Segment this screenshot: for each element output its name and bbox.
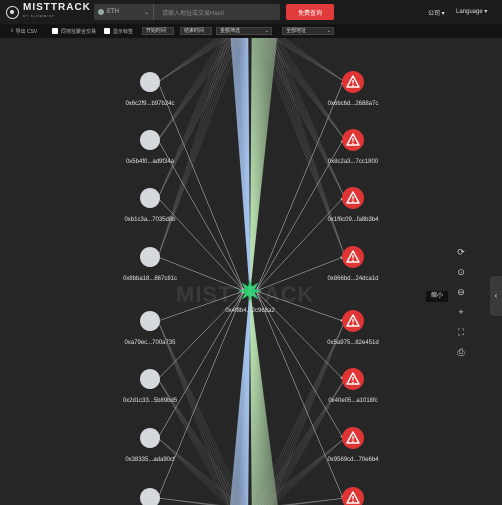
- warning-icon-dot: [352, 142, 354, 145]
- language-menu[interactable]: Language ▾: [456, 8, 487, 15]
- panel-toggle-handle[interactable]: ‹: [490, 276, 502, 316]
- warning-icon-dot: [352, 200, 354, 203]
- chain-select-value: ETH: [107, 9, 119, 15]
- edge-far: [157, 320, 244, 505]
- left-node-label: 0x5b4f0...ad9f34a: [126, 159, 175, 165]
- top-bar: MISTTRACK BY SLOWMIST ETH ⌄ 请输入地址或交易Hash…: [0, 0, 502, 24]
- aggregate-checkbox[interactable]: 同地址聚合交易: [52, 27, 96, 35]
- checkbox-icon: [52, 28, 58, 34]
- end-time-select[interactable]: 结束时间: [180, 27, 212, 35]
- right-node-label: 0x6bc6d...2688a7c: [328, 101, 379, 107]
- right-node-label: 0x8c2a3...7cc1800: [328, 159, 379, 165]
- left-address-node[interactable]: [140, 247, 160, 267]
- chevron-down-icon: ⌄: [264, 28, 269, 34]
- left-address-node[interactable]: [140, 428, 160, 448]
- left-node-label: 0x6c2f9...b97b24c: [125, 101, 174, 107]
- amount-filter-select[interactable]: 金额筛选 ⌄: [216, 27, 272, 35]
- logo-icon: [6, 5, 19, 19]
- left-node-label: 0x8bba18...867c81c: [123, 276, 177, 282]
- left-address-node[interactable]: [140, 130, 160, 150]
- target-node-label: 0x4f8b4...2c968a2: [225, 308, 275, 314]
- eth-icon: [98, 9, 104, 15]
- left-node-label: 0x38335...ada90cf: [125, 457, 175, 463]
- zoom-out-icon[interactable]: ⊖: [455, 286, 467, 298]
- edge-in: [157, 290, 245, 499]
- right-node-label: 0x40e05...a1018fc: [328, 398, 377, 404]
- left-node-label: 0xa79ec...700a735: [124, 340, 176, 346]
- zoom-out-tooltip: 缩小: [426, 291, 448, 302]
- edge-far: [157, 497, 215, 505]
- edge-far: [288, 497, 346, 505]
- warning-icon-dot: [352, 500, 354, 503]
- labels-checkbox[interactable]: 显示标签: [104, 27, 133, 35]
- warning-icon-dot: [352, 381, 354, 384]
- left-node-label: 0x2d1c33...5b89bd5: [123, 398, 178, 404]
- start-time-select[interactable]: 开始时间: [142, 27, 174, 35]
- right-node-label: 0x9569cd...70e6b4: [327, 457, 379, 463]
- search-input[interactable]: 请输入地址或交易Hash: [154, 8, 224, 17]
- left-address-node[interactable]: [140, 488, 160, 505]
- watermark: MISTTRACK: [176, 282, 315, 307]
- warning-icon-dot: [352, 259, 354, 262]
- zoom-in-icon[interactable]: +: [455, 306, 467, 318]
- edge-far: [157, 320, 230, 505]
- warning-icon-dot: [352, 323, 354, 326]
- edge-far: [157, 38, 242, 258]
- left-address-node[interactable]: [140, 311, 160, 331]
- transaction-graph[interactable]: 0x6c2f9...b97b24c 0x5b4f0...ad9f34a 0xb1c3…: [0, 38, 502, 505]
- right-node-label: 0x1f6c09...fa8b3b4: [327, 217, 379, 223]
- warning-icon-dot: [352, 84, 354, 87]
- edge-in: [157, 81, 245, 292]
- logo-subtitle: BY SLOWMIST: [23, 14, 55, 18]
- left-address-node[interactable]: [140, 369, 160, 389]
- export-csv-button[interactable]: ⇩ 导出 CSV: [10, 27, 37, 35]
- warning-icon-dot: [352, 440, 354, 443]
- graph-tools: ⟳ ⊙ ⊖ + ⛶ ⎙: [451, 246, 471, 366]
- fullscreen-icon[interactable]: ⛶: [455, 326, 467, 338]
- company-menu[interactable]: 公司 ▾: [428, 8, 445, 17]
- edge-far: [157, 497, 213, 505]
- edge-far: [157, 320, 233, 505]
- left-address-node[interactable]: [140, 72, 160, 92]
- right-node-label: 0x866bd...24dca1d: [327, 276, 378, 282]
- chevron-down-icon: ⌄: [143, 9, 149, 16]
- search-button[interactable]: 免费查询: [286, 4, 334, 20]
- refresh-icon[interactable]: ⟳: [455, 246, 467, 258]
- chevron-down-icon: ⌄: [326, 28, 331, 34]
- graph-toolbar: ⇩ 导出 CSV 同地址聚合交易 显示标签 开始时间 结束时间 金额筛选 ⌄ 全部…: [0, 24, 502, 38]
- edge-far: [157, 497, 217, 505]
- checkbox-icon: [104, 28, 110, 34]
- print-icon[interactable]: ⎙: [455, 346, 467, 358]
- chain-select[interactable]: ETH ⌄: [94, 4, 154, 20]
- left-address-node[interactable]: [140, 188, 160, 208]
- zoom-reset-icon[interactable]: ⊙: [455, 266, 467, 278]
- logo-text: MISTTRACK: [23, 2, 91, 13]
- search-bar: ETH ⌄ 请输入地址或交易Hash: [94, 4, 280, 20]
- logo[interactable]: MISTTRACK BY SLOWMIST: [6, 2, 91, 20]
- left-node-label: 0xb1c3a...7035d8b: [124, 217, 176, 223]
- right-node-label: 0x5a975...82e451d: [327, 340, 378, 346]
- address-filter-select[interactable]: 全部地址 ⌄: [282, 27, 334, 35]
